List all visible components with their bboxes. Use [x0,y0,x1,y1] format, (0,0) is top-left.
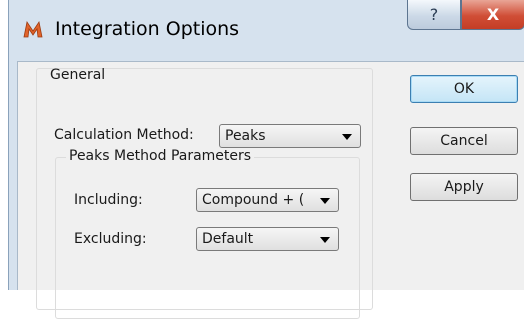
peaks-method-parameters-groupbox: Peaks Method Parameters Including: Compo… [55,148,360,319]
peaks-method-parameters-legend: Peaks Method Parameters [66,148,255,164]
excluding-value: Default [202,231,254,247]
excluding-select[interactable]: Default [196,227,339,251]
calculation-method-value: Peaks [225,128,266,144]
apply-button[interactable]: Apply [410,173,518,201]
including-label: Including: [74,192,143,208]
window-title: Integration Options [55,18,240,40]
chevron-down-icon [342,134,352,140]
close-button[interactable]: X [461,0,524,30]
calculation-method-label: Calculation Method: [54,127,194,143]
integration-options-window: Integration Options ? X General Calculat… [8,0,524,319]
cancel-button[interactable]: Cancel [410,127,518,155]
chevron-down-icon [320,198,330,204]
m-logo-icon [23,20,43,38]
including-select[interactable]: Compound + ( [196,188,339,212]
dialog-client-area: General Calculation Method: Peaks Peaks … [17,61,524,319]
ok-button[interactable]: OK [410,75,518,103]
general-groupbox: General Calculation Method: Peaks Peaks … [36,67,373,319]
help-button[interactable]: ? [407,0,461,30]
calculation-method-select[interactable]: Peaks [219,124,361,148]
chevron-down-icon [320,237,330,243]
help-icon: ? [429,5,439,24]
close-icon: X [486,5,500,24]
title-bar[interactable]: Integration Options ? X [9,0,524,60]
general-legend: General [50,67,106,83]
including-value: Compound + ( [202,192,305,208]
excluding-label: Excluding: [74,231,147,247]
